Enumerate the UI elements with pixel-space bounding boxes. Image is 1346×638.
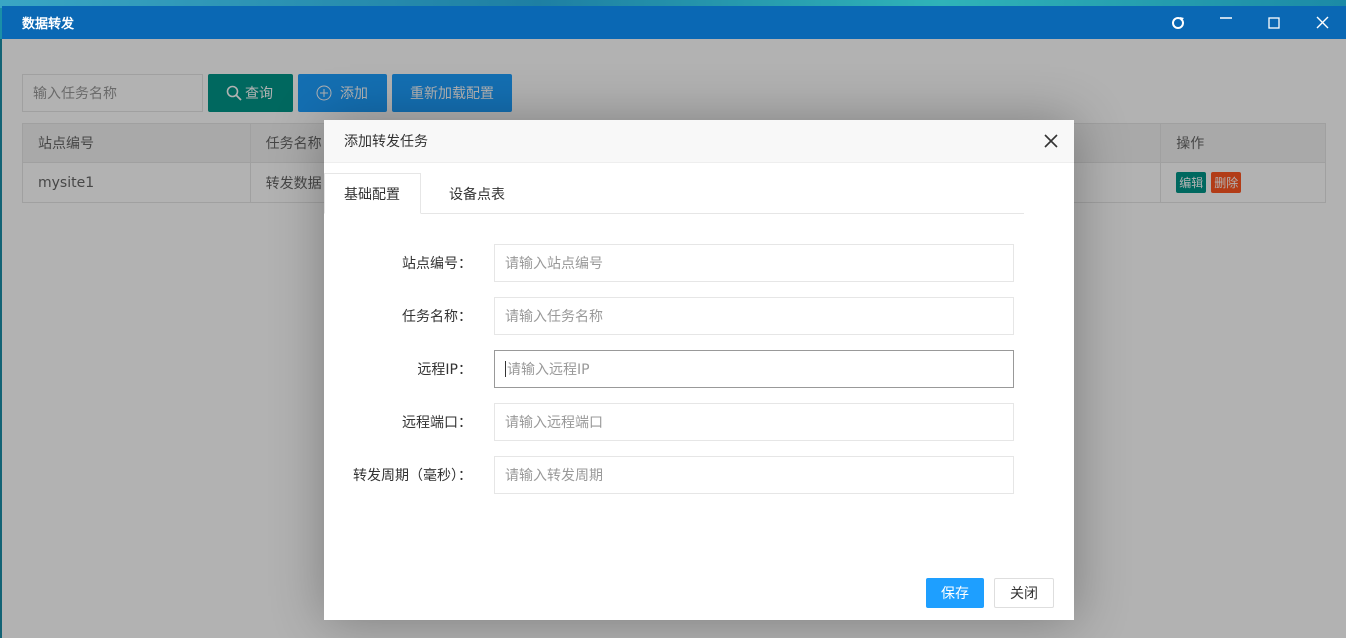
window-title: 数据转发	[22, 17, 75, 32]
form-row-forward-period: 转发周期（毫秒）： 请输入转发周期	[324, 456, 1074, 494]
minimize-icon	[1220, 16, 1232, 19]
text-caret	[505, 361, 506, 377]
tab-device-points[interactable]: 设备点表	[421, 173, 528, 214]
dialog-tabs: 基础配置 设备点表	[324, 173, 1024, 214]
remote-ip-label: 远程IP：	[417, 362, 472, 378]
remote-ip-placeholder: 请输入远程IP	[507, 362, 590, 378]
form-row-remote-ip: 远程IP： 请输入远程IP	[324, 350, 1074, 388]
site-id-field[interactable]: 请输入站点编号	[494, 244, 1014, 282]
add-task-dialog: 添加转发任务 基础配置 设备点表 站点编号： 请输入站点编号 任务名称： 请输入…	[324, 120, 1074, 620]
title-bar: 数据转发	[2, 6, 1346, 39]
close-icon	[1316, 16, 1328, 29]
minimize-button[interactable]	[1202, 6, 1250, 39]
maximize-button[interactable]	[1250, 6, 1298, 39]
remote-ip-field[interactable]: 请输入远程IP	[494, 350, 1014, 388]
task-name-label: 任务名称：	[402, 309, 472, 325]
forward-period-field[interactable]: 请输入转发周期	[494, 456, 1014, 494]
close-window-button[interactable]	[1298, 6, 1346, 39]
refresh-icon	[1172, 16, 1184, 29]
window-controls	[1154, 6, 1346, 39]
site-id-label: 站点编号：	[402, 256, 472, 272]
maximize-icon	[1268, 16, 1280, 29]
save-button[interactable]: 保存	[926, 578, 984, 608]
form-row-task-name: 任务名称： 请输入任务名称	[324, 297, 1074, 335]
form-row-site-id: 站点编号： 请输入站点编号	[324, 244, 1074, 282]
close-button[interactable]: 关闭	[994, 578, 1054, 608]
close-icon[interactable]	[1044, 134, 1058, 148]
dialog-header: 添加转发任务	[324, 120, 1074, 163]
task-name-field[interactable]: 请输入任务名称	[494, 297, 1014, 335]
forward-period-label: 转发周期（毫秒）：	[353, 468, 472, 484]
remote-port-label: 远程端口：	[402, 415, 472, 431]
refresh-button[interactable]	[1154, 6, 1202, 39]
form-row-remote-port: 远程端口： 请输入远程端口	[324, 403, 1074, 441]
dialog-footer: 保存 关闭	[926, 578, 1054, 608]
remote-port-field[interactable]: 请输入远程端口	[494, 403, 1014, 441]
tab-basic-config[interactable]: 基础配置	[324, 173, 421, 214]
dialog-title: 添加转发任务	[344, 134, 428, 150]
